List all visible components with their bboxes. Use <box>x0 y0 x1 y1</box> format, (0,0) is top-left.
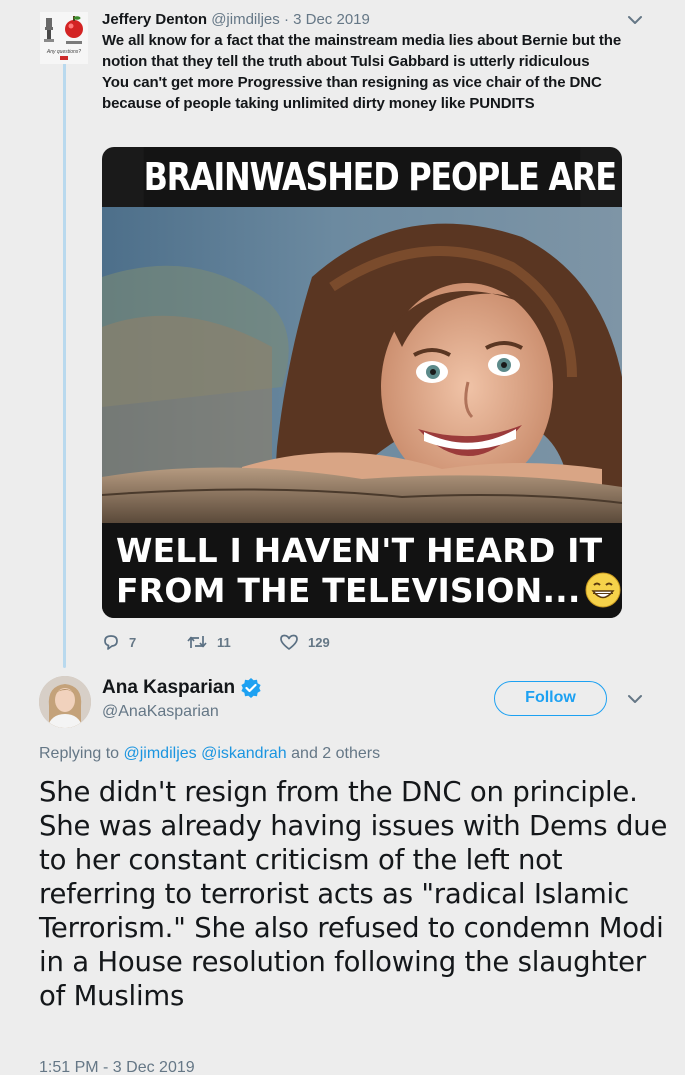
chevron-down-icon[interactable] <box>627 12 643 28</box>
author-name[interactable]: Jeffery Denton <box>102 11 207 28</box>
tweet1-text-para-2: You can't get more Progressive than resi… <box>102 74 602 112</box>
tweet2-text: She didn't resign from the DNC on princi… <box>39 776 668 1012</box>
tweet1-text: We all know for a fact that the mainstre… <box>102 30 662 114</box>
tweet-date[interactable]: 3 Dec 2019 <box>293 11 370 28</box>
tweet1-header: Jeffery Denton @jimdiljes · 3 Dec 2019 <box>102 10 370 29</box>
tweet1-text-para-1: We all know for a fact that the mainstre… <box>102 32 622 70</box>
avatar-apple-image: Any questions? <box>40 12 88 64</box>
chevron-down-icon[interactable] <box>627 691 643 707</box>
author-handle[interactable]: @jimdiljes <box>211 11 280 28</box>
follow-button[interactable]: Follow <box>494 681 607 716</box>
retweet-count: 11 <box>217 634 231 650</box>
retweet-arrows-icon <box>187 636 207 648</box>
avatar-portrait-image <box>39 676 91 728</box>
meme-bottom-line-2: FROM THE TELEVISION... <box>116 571 581 610</box>
meme-photo <box>102 207 622 523</box>
reply-count: 7 <box>129 634 137 650</box>
author-handle[interactable]: @AnaKasparian <box>102 703 219 721</box>
speech-bubble-icon <box>104 635 118 650</box>
thread-connector-line <box>63 44 66 668</box>
replying-prefix: Replying to <box>39 745 120 762</box>
ana-kasparian-avatar[interactable] <box>39 676 91 728</box>
meme-bottom-caption: WELL I HAVEN'T HEARD IT FROM THE TELEVIS… <box>102 523 622 618</box>
author-name[interactable]: Ana Kasparian <box>102 677 235 699</box>
jeffery-denton-avatar[interactable]: Any questions? <box>40 12 88 64</box>
heart-icon <box>280 634 298 650</box>
meme-bottom-line-1: WELL I HAVEN'T HEARD IT <box>116 531 603 570</box>
reply-action[interactable]: 7 <box>102 633 186 651</box>
meme-top-caption: BRAINWASHED PEOPLE ARE LIKE <box>143 147 622 207</box>
avatar-caption: Any questions? <box>46 49 81 55</box>
ana-name-row: Ana Kasparian <box>102 677 262 699</box>
tweet1-actions: 7 11 129 <box>102 630 330 654</box>
replying-suffix[interactable]: and 2 others <box>291 745 380 762</box>
verified-badge-icon <box>241 678 261 698</box>
retweet-action[interactable]: 11 <box>186 633 279 651</box>
tweet1-meme-image[interactable]: BRAINWASHED PEOPLE ARE LIKE <box>102 147 622 618</box>
grinning-face-icon <box>585 572 621 607</box>
replying-mentions[interactable]: @jimdiljes @iskandrah <box>124 745 287 762</box>
like-action[interactable]: 129 <box>279 633 330 651</box>
replying-to-line: Replying to @jimdiljes @iskandrah and 2 … <box>39 745 380 763</box>
header-separator: · <box>283 11 289 28</box>
like-count: 129 <box>308 634 330 650</box>
tweet-timestamp[interactable]: 1:51 PM - 3 Dec 2019 <box>39 1059 195 1075</box>
